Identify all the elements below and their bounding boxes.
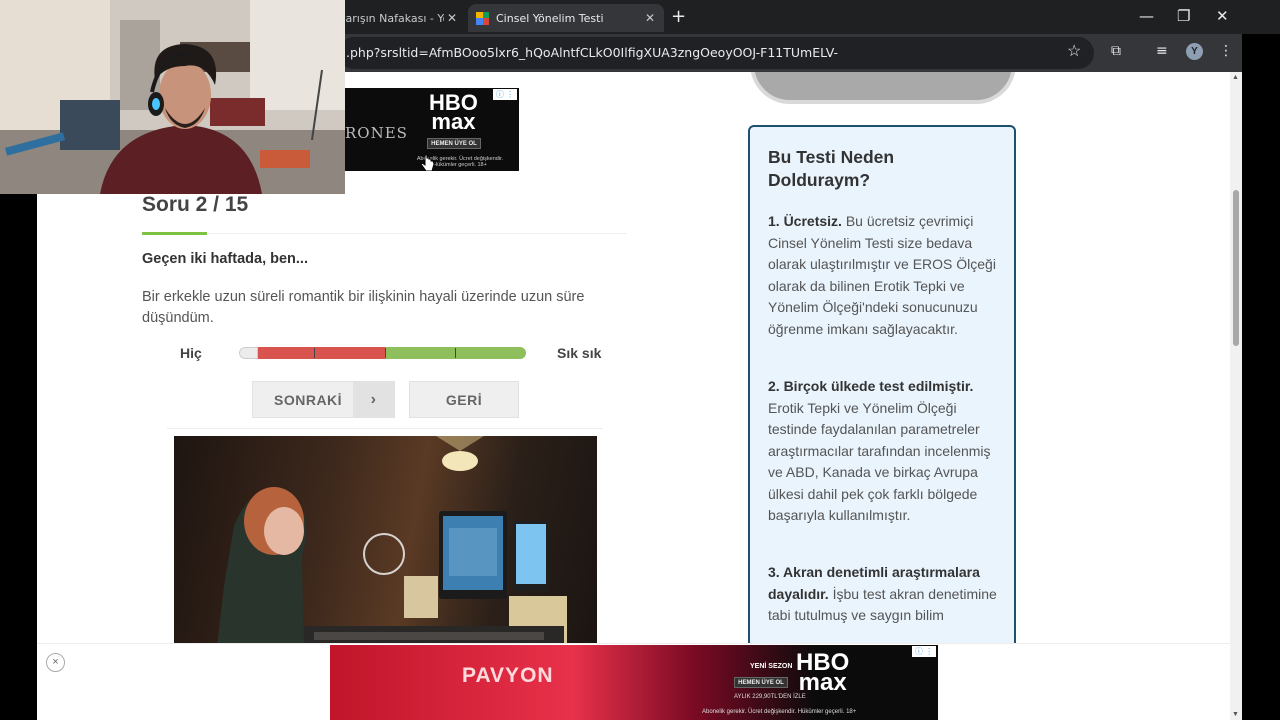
profile-avatar[interactable]: Y: [1186, 43, 1203, 60]
close-ad-button[interactable]: ×: [46, 653, 65, 672]
slider-handle[interactable]: [239, 347, 258, 359]
slider-tick: [455, 348, 456, 358]
hbo-max-ad-top[interactable]: RONES HBO max HEMEN ÜYE OL Abonelik gerek…: [345, 88, 519, 171]
divider: [167, 428, 603, 429]
scale-min-label: Hiç: [180, 345, 202, 361]
site-favicon-icon: [476, 11, 489, 25]
ad-fine-print: Abonelik gerekir. Ücret değişkendir. Hük…: [702, 709, 857, 715]
back-button[interactable]: GERİ: [409, 381, 519, 418]
tab-label: Cinsel Yönelim Testi: [496, 11, 604, 25]
extensions-icon[interactable]: ⧉: [1111, 43, 1121, 59]
question-text: Bir erkekle uzun süreli romantik bir ili…: [142, 289, 585, 326]
minimize-button[interactable]: —: [1139, 7, 1154, 25]
ad-cta-button[interactable]: HEMEN ÜYE OL: [427, 138, 481, 149]
chevron-right-icon: ›: [353, 382, 394, 417]
scroll-down-icon[interactable]: ▼: [1232, 711, 1239, 718]
reason-body: Bu ücretsiz çevrimiçi Cinsel Yönelim Tes…: [768, 213, 996, 337]
cursor-icon: [421, 154, 435, 171]
progress-indicator: [142, 232, 207, 235]
page-scrollbar[interactable]: ▲ ▼: [1230, 72, 1242, 720]
ad-cta-button[interactable]: HEMEN ÜYE OL: [734, 677, 788, 688]
scroll-up-icon[interactable]: ▲: [1232, 74, 1239, 81]
hbo-max-logo: HBO max: [796, 649, 850, 697]
question-lead: Geçen iki haftada, ben...: [142, 251, 308, 267]
back-button-label: GERİ: [445, 391, 483, 408]
divider: [207, 233, 627, 234]
ad-price: AYLIK 229,90TL'DEN İZLE: [734, 694, 806, 700]
tab-label: Barışın Nafakası - Yo: [338, 11, 444, 25]
ad-season-label: YENİ SEZON: [750, 663, 793, 670]
screen-edge: [1242, 34, 1280, 720]
close-tab-icon[interactable]: ✕: [642, 11, 658, 25]
header-shape: [750, 72, 1016, 104]
ad-show-title: PAVYON: [462, 664, 554, 687]
reason-1: 1. Ücretsiz. Bu ücretsiz çevrimiçi Cinse…: [768, 211, 1008, 340]
reason-3: 3. Akran denetimli araştırmalara dayalıd…: [768, 562, 1008, 627]
hbo-max-logo: HBO max: [429, 90, 478, 134]
reason-title: 1. Ücretsiz.: [768, 213, 842, 229]
illustration-image: [174, 436, 597, 674]
tab-barisin-nafakasi[interactable]: Barışın Nafakası - Yo ✕: [338, 4, 466, 32]
ad-show-title: RONES: [345, 124, 408, 142]
hbo-max-ad-bottom[interactable]: PAVYON YENİ SEZON HBO max HEMEN ÜYE OL AY…: [330, 645, 938, 720]
media-controls-icon[interactable]: ≡: [1156, 43, 1168, 59]
new-tab-button[interactable]: +: [671, 7, 686, 27]
scrollbar-thumb[interactable]: [1233, 190, 1239, 346]
adchoices-icon[interactable]: ⓘ ⋮: [493, 89, 517, 100]
adchoices-icon[interactable]: ⓘ ⋮: [912, 646, 936, 657]
close-tab-icon[interactable]: ✕: [444, 11, 460, 25]
answer-slider[interactable]: [239, 347, 526, 359]
close-window-button[interactable]: ✕: [1216, 7, 1229, 25]
next-button-label: SONRAKİ: [274, 391, 343, 408]
restore-button[interactable]: ❐: [1177, 7, 1190, 25]
reason-2: 2. Birçok ülkede test edilmiştir. Erotik…: [768, 376, 1008, 527]
reason-body: Erotik Tepki ve Yönelim Ölçeği testinde …: [768, 399, 991, 524]
tab-cinsel-yonelim-testi[interactable]: Cinsel Yönelim Testi ✕: [468, 4, 664, 32]
webcam-overlay: [0, 0, 345, 194]
address-bar[interactable]: .php?srsltid=AfmBOoo5lxr6_hQoAlntfCLkO0I…: [338, 37, 1094, 69]
menu-kebab-icon[interactable]: ⋮: [1219, 43, 1233, 59]
slider-tick: [314, 348, 315, 358]
why-take-test-card: Bu Testi Neden Dolduraym? 1. Ücretsiz. B…: [748, 125, 1016, 685]
bookmark-star-icon[interactable]: ☆: [1067, 41, 1081, 61]
scale-max-label: Sık sık: [557, 345, 602, 361]
slider-tick: [385, 348, 386, 358]
slider-segment-low: [258, 347, 385, 359]
reason-title: 2. Birçok ülkede test edilmiştir.: [768, 378, 974, 394]
question-counter: Soru 2 / 15: [142, 193, 249, 216]
card-heading: Bu Testi Neden Dolduraym?: [768, 147, 895, 190]
next-button[interactable]: SONRAKİ ›: [252, 381, 395, 418]
